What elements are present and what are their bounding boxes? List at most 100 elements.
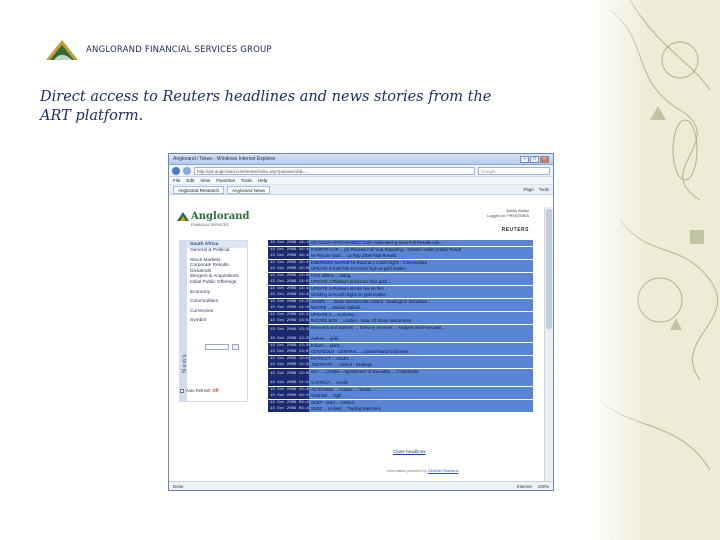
news-row[interactable]: 13 Oct 2009 12:56 EXTRACT ... results ...	[268, 355, 533, 362]
tab-news[interactable]: Anglorand News	[227, 185, 271, 194]
news-headline[interactable]: PAMPOP-CAP ... plc Renews Full Year Repo…	[309, 246, 533, 253]
news-headline[interactable]: UPDATE 1-Platinum producers face gold ..…	[309, 279, 533, 285]
back-icon[interactable]	[172, 166, 180, 175]
nav-symbol: Symbol	[190, 318, 206, 324]
news-headline[interactable]: JSE/STATE ... Limited - Dealings ...	[309, 362, 533, 368]
news-row[interactable]: 13 Oct 2009 09:48 SCBT - Gold ... Limited…	[268, 399, 533, 406]
news-timestamp: 13 Oct 2009 14:21	[268, 311, 311, 318]
close-icon[interactable]: ×	[540, 155, 549, 163]
brand-subtitle: FINANCIAL SERVICES	[191, 223, 229, 227]
news-row[interactable]: 13 Oct 2009 13:07 CENTGOLD - CENTRAL ... …	[268, 349, 533, 355]
auto-refresh-state[interactable]: Off	[212, 388, 218, 393]
company-logo	[46, 40, 78, 60]
news-headline[interactable]: UPDATE 2-... economy ...	[309, 311, 533, 318]
news-row[interactable]: 13 Oct 2009 09:15 SEDZ ... Limited ... Tr…	[268, 406, 533, 412]
menu-help[interactable]: Help	[258, 178, 267, 183]
news-headline[interactable]: EXTRACT ... results ...	[309, 355, 533, 362]
news-row[interactable]: 13 Oct 2009 14:37 ZEDER - ... Zeder Inves…	[268, 298, 533, 305]
news-row[interactable]: 13 Oct 2009 16:16 PAMPOP-CAP ... plc Rene…	[268, 246, 533, 253]
news-headline[interactable]: UPDATE 3-Gold hits 12-month high as gold…	[309, 266, 533, 272]
company-name: ANGLORAND FINANCIAL SERVICES GROUP	[86, 45, 272, 55]
news-headline[interactable]: NI Phicore Gold ... Co Rep 2009 Final Re…	[309, 253, 533, 259]
menu-favorites[interactable]: Favorites	[216, 178, 235, 183]
news-headline[interactable]: Research and Markets: ... Delivery Servi…	[309, 324, 533, 336]
status-text: Done	[173, 483, 184, 489]
news-timestamp: 13 Oct 2009 14:56	[268, 272, 311, 279]
auto-refresh[interactable]: Auto Refresh Off	[180, 388, 219, 393]
news-headline[interactable]: UPDATE 1-Platinum stocks rise on firm ..…	[309, 285, 533, 292]
news-headline[interactable]: Grinding 10-month highs on gold market .…	[309, 292, 533, 298]
left-nav: South Africa General & Political Stock M…	[186, 240, 248, 402]
news-row[interactable]: 13 Oct 2009 14:43 UPDATE 1-Platinum stock…	[268, 285, 533, 292]
tools-menu[interactable]: Tools	[539, 187, 549, 192]
news-headline[interactable]: Fitch affirms ... rating	[309, 272, 533, 279]
news-timestamp: 13 Oct 2009 13:20	[268, 342, 311, 349]
news-row[interactable]: 13 Oct 2009 10:23 Gold hits ... high ...	[268, 393, 533, 399]
news-headline[interactable]: EMERGING MARKETS-Rand at 1-month highs -…	[309, 259, 533, 266]
auto-refresh-label: Auto Refresh	[186, 388, 211, 393]
news-headline[interactable]: MCORE ... Market outlook ...	[309, 305, 533, 311]
news-timestamp: 13 Oct 2009 11:44	[268, 380, 311, 386]
tab-row: Anglorand Research Anglorand News Page T…	[169, 185, 553, 195]
news-row[interactable]: 13 Oct 2009 14:33 MCORE ... Market outloo…	[268, 305, 533, 311]
news-timestamp: 13 Oct 2009 12:36	[268, 362, 311, 368]
news-headline[interactable]: INCORE BOR ... Limited - Issue Of Share …	[309, 318, 533, 324]
news-row[interactable]: 13 Oct 2009 11:44 S AFRICA ... results	[268, 380, 533, 386]
news-row[interactable]: 13 Oct 2009 14:41 Grinding 10-month highs…	[268, 292, 533, 298]
news-timestamp: 13 Oct 2009 14:43	[268, 285, 311, 292]
maximize-icon[interactable]: □	[530, 155, 539, 163]
address-bar[interactable]: http://art.anglorand.com/news/index.asp?…	[194, 166, 475, 175]
news-row[interactable]: 13 Oct 2009 13:26 Anthea ... gold ...	[268, 336, 533, 342]
news-headline[interactable]: GE-GOLD-AFRICAN BDC/ Gold Fields Mining …	[309, 240, 533, 246]
news-headline[interactable]: CENTGOLD - CENTRAL ... Central Rand Gold…	[309, 349, 533, 355]
news-headline[interactable]: S AFRICA ... results	[309, 380, 533, 386]
tab-tools: Page Tools	[523, 187, 549, 192]
news-headline[interactable]: NIA - ... Limited - Appointment of Execu…	[309, 368, 533, 380]
minimize-icon[interactable]: –	[520, 155, 529, 163]
news-timestamp: 13 Oct 2009 13:07	[268, 349, 311, 355]
news-headline[interactable]: Anthea ... gold ...	[309, 336, 533, 342]
page-menu[interactable]: Page	[523, 187, 533, 192]
news-row[interactable]: 13 Oct 2009 16:16 NI Phicore Gold ... Co …	[268, 253, 533, 259]
symbol-input[interactable]	[205, 344, 229, 350]
news-row[interactable]: 13 Oct 2009 13:20 Eskom ... plans ...	[268, 342, 533, 349]
menu-edit[interactable]: Edit	[186, 178, 194, 183]
news-row[interactable]: 13 Oct 2009 12:36 JSE/STATE ... Limited -…	[268, 362, 533, 368]
close-headlines-link[interactable]: Close headlines	[393, 449, 426, 454]
user-info: Bobby Bobby Logged on: PRIVATEBIA	[487, 209, 529, 219]
app-brand: Anglorand FINANCIAL SERVICES	[177, 211, 250, 227]
news-row[interactable]: 13 Oct 2009 14:56 Fitch affirms ... ratin…	[268, 272, 533, 279]
news-row[interactable]: 13 Oct 2009 15:00 UPDATE 3-Gold hits 12-m…	[268, 266, 533, 272]
news-timestamp: 13 Oct 2009 12:08	[268, 368, 311, 380]
scrollbar[interactable]	[544, 207, 553, 482]
news-row[interactable]: 13 Oct 2009 14:55 UPDATE 1-Platinum produ…	[268, 279, 533, 285]
menu-tools[interactable]: Tools	[241, 178, 252, 183]
news-headline[interactable]: SCBT - Gold ... Limited ...	[309, 399, 533, 406]
menu-bar: File Edit View Favorites Tools Help	[169, 177, 553, 185]
news-row[interactable]: 13 Oct 2009 13:53 INCORE BOR ... Limited …	[268, 318, 533, 324]
menu-file[interactable]: File	[173, 178, 180, 183]
menu-view[interactable]: View	[200, 178, 210, 183]
status-zoom[interactable]: 100%	[538, 484, 549, 489]
auto-refresh-checkbox[interactable]	[180, 388, 184, 393]
scrollbar-thumb[interactable]	[546, 209, 552, 329]
news-row[interactable]: 13 Oct 2009 10:40 ACTOVIEW ... Actions ..…	[268, 386, 533, 393]
news-headline[interactable]: ACTOVIEW ... Actions ... results ...	[309, 386, 533, 393]
news-row[interactable]: 13 Oct 2009 16:15 GE-GOLD-AFRICAN BDC/ Go…	[268, 240, 533, 246]
news-row[interactable]: 13 Oct 2009 13:32 Research and Markets: .…	[268, 324, 533, 336]
news-headline[interactable]: SEDZ ... Limited ... Trading statement	[309, 406, 533, 412]
powered-by: Information powered by ClickNet Solution…	[387, 469, 459, 473]
search-input[interactable]: Google	[478, 166, 550, 175]
news-row[interactable]: 13 Oct 2009 15:41 EMERGING MARKETS-Rand a…	[268, 259, 533, 266]
reuters-logo: REUTERS	[501, 227, 529, 233]
nav-south-africa[interactable]: South Africa	[187, 241, 247, 248]
news-headline[interactable]: ZEDER - ... Zeder Investments Limited - …	[309, 298, 533, 305]
forward-icon[interactable]	[183, 166, 191, 175]
symbol-search-button[interactable]	[232, 344, 239, 350]
tab-research[interactable]: Anglorand Research	[173, 185, 225, 194]
news-row[interactable]: 13 Oct 2009 12:08 NIA - ... Limited - App…	[268, 368, 533, 380]
powered-by-link[interactable]: ClickNet Solutions	[428, 469, 459, 473]
news-headline[interactable]: Eskom ... plans ...	[309, 342, 533, 349]
news-headline[interactable]: Gold hits ... high ...	[309, 393, 533, 399]
news-row[interactable]: 13 Oct 2009 14:21 UPDATE 2-... economy ..…	[268, 311, 533, 318]
